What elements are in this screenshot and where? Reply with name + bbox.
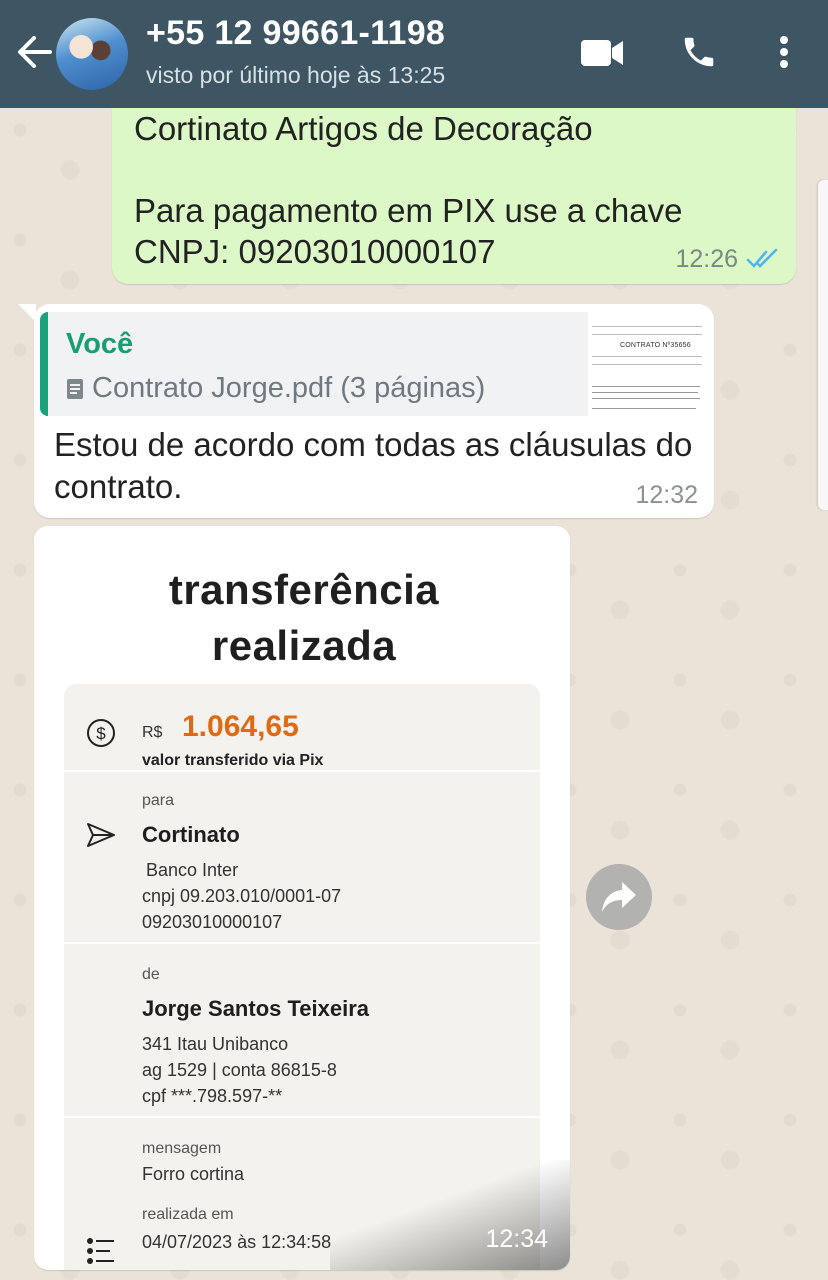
recipient-label: para bbox=[142, 792, 175, 809]
quote-accent-bar bbox=[40, 312, 48, 416]
quoted-message[interactable]: Você Contrato Jorge.pdf (3 páginas) CONT… bbox=[40, 312, 706, 416]
incoming-message-bubble[interactable]: Você Contrato Jorge.pdf (3 páginas) CONT… bbox=[18, 304, 714, 518]
sender-cpf: cpf ***.798.597-** bbox=[142, 1086, 283, 1106]
message-label: mensagem bbox=[142, 1140, 222, 1157]
chat-header: +55 12 99661-1198 visto por último hoje … bbox=[0, 0, 828, 108]
recipient-bank: Banco Inter bbox=[146, 860, 239, 880]
amount-note: valor transferido via Pix bbox=[142, 752, 324, 769]
transfer-amount: 1.064,65 bbox=[182, 710, 299, 743]
sender-account: ag 1529 | conta 86815-8 bbox=[142, 1060, 337, 1080]
sender-panel: de Jorge Santos Teixeira 341 Itau Uniban… bbox=[64, 944, 540, 1116]
receipt-title: transferência realizada bbox=[168, 566, 440, 669]
message-text: Forro cortina bbox=[142, 1164, 245, 1184]
list-icon bbox=[87, 1238, 114, 1264]
send-icon bbox=[87, 823, 115, 847]
quote-file-name: Contrato Jorge.pdf (3 páginas) bbox=[92, 372, 486, 404]
sender-label: de bbox=[142, 966, 160, 983]
contact-avatar[interactable] bbox=[56, 18, 128, 90]
document-icon bbox=[67, 379, 83, 399]
recipient-key: 09203010000107 bbox=[142, 912, 283, 932]
document-thumbnail: CONTRATO Nº35656 bbox=[588, 312, 706, 416]
currency-symbol: R$ bbox=[142, 724, 163, 741]
dollar-circle-icon: $ bbox=[87, 719, 115, 747]
double-check-read-icon bbox=[746, 248, 778, 268]
message-timestamp: 12:34 bbox=[485, 1225, 548, 1253]
last-seen-status: visto por último hoje às 13:25 bbox=[146, 62, 446, 88]
more-vertical-icon[interactable] bbox=[770, 32, 798, 72]
forward-arrow-icon bbox=[602, 882, 636, 912]
recipient-name: Cortinato bbox=[142, 822, 240, 847]
incoming-message-text: Estou de acordo com todas as cláusulas d… bbox=[54, 426, 693, 505]
message-timestamp: 12:26 bbox=[675, 245, 738, 273]
recipient-cnpj: cnpj 09.203.010/0001-07 bbox=[142, 886, 342, 906]
amount-panel: $ R$ 1.064,65 valor transferido via Pix bbox=[64, 684, 540, 770]
contact-name[interactable]: +55 12 99661-1198 bbox=[146, 14, 445, 53]
recipient-panel: para Cortinato Banco Inter cnpj 09.203.0… bbox=[64, 772, 540, 942]
scroll-handle[interactable] bbox=[818, 180, 828, 510]
date-label: realizada em bbox=[142, 1206, 234, 1223]
svg-text:$: $ bbox=[96, 724, 106, 743]
back-arrow-icon[interactable] bbox=[14, 30, 54, 74]
message-timestamp: 12:32 bbox=[635, 481, 698, 509]
video-call-icon[interactable] bbox=[580, 36, 624, 70]
image-message-bubble[interactable]: transferência realizada $ R$ 1.064,65 va… bbox=[34, 526, 570, 1270]
sender-bank: 341 Itau Unibanco bbox=[142, 1034, 289, 1054]
phone-icon[interactable] bbox=[680, 33, 718, 71]
outgoing-message-bubble[interactable]: Cortinato Artigos de Decoração Para paga… bbox=[112, 90, 796, 284]
quote-author: Você bbox=[66, 328, 134, 360]
forward-button[interactable] bbox=[586, 864, 652, 930]
sender-name: Jorge Santos Teixeira bbox=[142, 996, 370, 1021]
date-value: 04/07/2023 às 12:34:58 bbox=[142, 1232, 332, 1252]
thumbnail-title: CONTRATO Nº35656 bbox=[620, 342, 691, 349]
